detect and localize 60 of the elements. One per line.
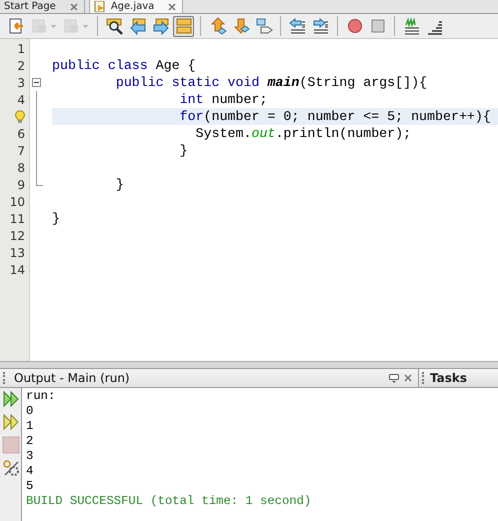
record-icon	[346, 17, 364, 35]
line-number: 13	[10, 246, 25, 260]
line-number: 3	[17, 76, 25, 90]
close-icon[interactable]	[168, 2, 176, 10]
line-number: 14	[10, 262, 25, 276]
output-line: 3	[26, 449, 34, 464]
caret-icon	[83, 24, 88, 28]
play-icon	[2, 390, 20, 408]
output-line: run:	[26, 389, 56, 404]
file-icon	[94, 1, 107, 12]
panel-title[interactable]: Output - Main (run)	[14, 371, 384, 385]
lightbulb-icon[interactable]	[15, 110, 25, 124]
output-action-button[interactable]	[2, 390, 20, 408]
line-number: 4	[17, 92, 25, 106]
toolbar-button[interactable]	[287, 16, 308, 36]
shift-right-icon	[312, 17, 330, 35]
output-line: 1	[26, 419, 34, 434]
line-number: 9	[17, 178, 25, 192]
code-line: public class Age {	[52, 58, 196, 73]
search-icon	[106, 17, 124, 35]
collapse-icon[interactable]	[32, 78, 41, 87]
left-arrow-icon	[128, 17, 146, 35]
line-number: 7	[17, 144, 25, 158]
up-arrow-icon	[208, 17, 226, 35]
caret-icon	[51, 24, 56, 28]
code-line: }	[114, 177, 124, 192]
code-line: public static void main(String args[]){	[114, 75, 428, 90]
output-action-button[interactable]	[2, 413, 20, 431]
line-number: 11	[10, 212, 25, 226]
close-icon[interactable]	[70, 2, 78, 10]
minimize-icon[interactable]	[389, 373, 399, 383]
output-line: 2	[26, 434, 34, 449]
toolbar-button[interactable]	[104, 16, 125, 36]
line-number: 1	[17, 42, 25, 56]
down-arrow-icon	[232, 17, 250, 35]
shift-left-icon	[288, 17, 306, 35]
code-line: }	[178, 143, 188, 158]
code-line: }	[52, 211, 60, 226]
line-number: 6	[17, 126, 25, 140]
close-icon[interactable]	[404, 374, 412, 382]
output-line: 5	[26, 479, 34, 494]
settings-icon	[2, 459, 20, 477]
output-line: 4	[26, 464, 34, 479]
editor-tab[interactable]: Start Page	[0, 0, 85, 13]
line-number: 10	[10, 194, 25, 208]
line-number: 2	[17, 58, 25, 72]
play-icon	[2, 413, 20, 431]
code-line: for(number = 0; number <= 5; number++){	[178, 109, 491, 124]
right-arrow-icon	[152, 17, 170, 35]
stop-icon	[2, 436, 20, 454]
output-line: BUILD SUCCESSFUL (total time: 1 second)	[26, 494, 312, 509]
stop-icon	[368, 17, 386, 35]
editor-tab[interactable]: Age.java	[88, 0, 184, 13]
tasks-tab[interactable]: Tasks	[419, 369, 498, 387]
code-line: int number;	[178, 92, 268, 107]
output-line: 0	[26, 404, 34, 419]
line-number: 12	[10, 228, 25, 242]
code-line: System.out.println(number);	[194, 126, 412, 141]
line-number: 8	[17, 160, 25, 174]
output-action-button[interactable]	[2, 459, 20, 477]
